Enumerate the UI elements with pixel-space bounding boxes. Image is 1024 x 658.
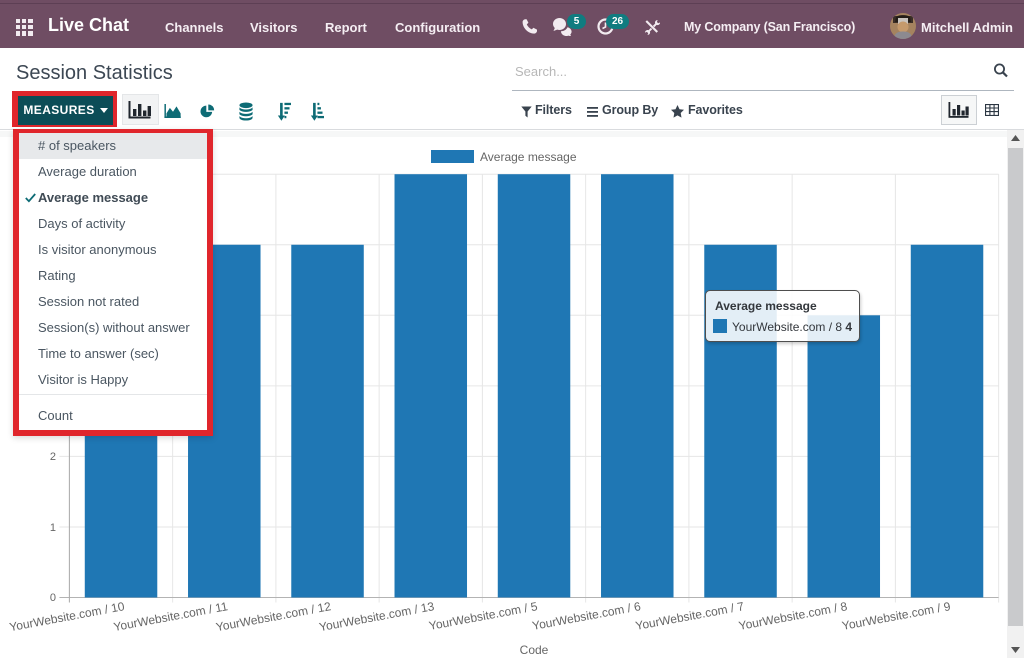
svg-text:YourWebsite.com / 12: YourWebsite.com / 12 — [215, 599, 333, 634]
svg-text:0: 0 — [50, 592, 56, 604]
svg-text:YourWebsite.com / 5: YourWebsite.com / 5 — [428, 599, 539, 633]
svg-text:Average message: Average message — [480, 150, 577, 164]
svg-text:2: 2 — [50, 451, 56, 463]
svg-text:YourWebsite.com / 6: YourWebsite.com / 6 — [531, 599, 642, 633]
svg-text:YourWebsite.com / 7: YourWebsite.com / 7 — [634, 599, 745, 633]
svg-text:YourWebsite.com / 11: YourWebsite.com / 11 — [112, 599, 229, 634]
svg-text:YourWebsite.com / 13: YourWebsite.com / 13 — [318, 599, 436, 634]
svg-text:Code: Code — [520, 643, 549, 657]
svg-text:YourWebsite.com / 8: YourWebsite.com / 8 — [738, 599, 849, 633]
svg-text:YourWebsite.com / 10: YourWebsite.com / 10 — [8, 599, 126, 634]
svg-text:1: 1 — [50, 522, 56, 534]
svg-text:YourWebsite.com / 9: YourWebsite.com / 9 — [841, 599, 952, 633]
